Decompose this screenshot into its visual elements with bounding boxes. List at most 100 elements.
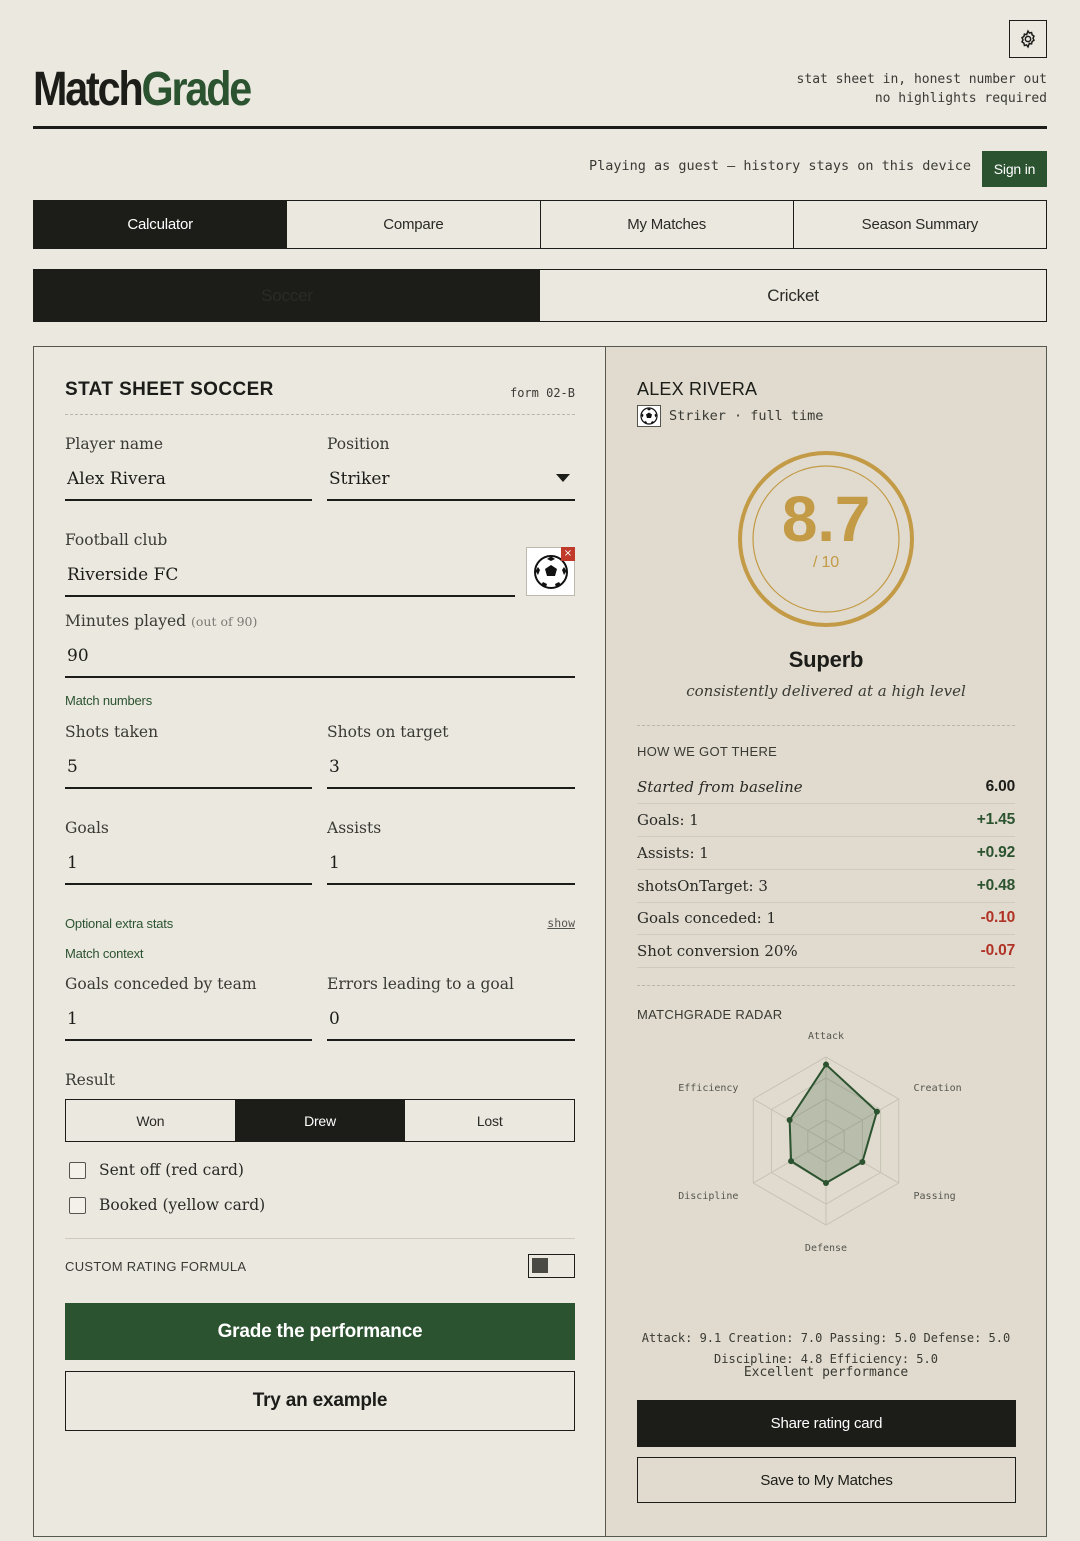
player-name-label: Player name: [65, 435, 163, 453]
result-drew[interactable]: Drew: [235, 1100, 406, 1141]
radar-point: [823, 1180, 829, 1186]
underline: [327, 787, 575, 789]
radar-axis-label: Attack: [808, 1031, 844, 1042]
custom-formula-label: CUSTOM RATING FORMULA: [65, 1259, 247, 1274]
gear-icon: [1021, 29, 1035, 49]
sport-tabs: Soccer Cricket: [33, 269, 1047, 322]
try-example-button[interactable]: Try an example: [65, 1371, 575, 1431]
sent-off-checkbox[interactable]: [69, 1162, 86, 1179]
underline: [65, 883, 312, 885]
minutes-input[interactable]: 90: [67, 646, 89, 666]
underline: [65, 595, 515, 597]
goals-label: Goals: [65, 819, 109, 837]
radar-summary-verdict: Excellent performance: [743, 1365, 909, 1380]
optional-extra-heading: Optional extra stats: [65, 916, 173, 931]
breakdown-value: +0.48: [976, 877, 1015, 894]
save-match-button[interactable]: Save to My Matches: [637, 1457, 1016, 1503]
breakdown-label: Assists: 1: [637, 844, 709, 862]
stat-sheet-panel: STAT SHEET SOCCER form 02-B Player name …: [33, 346, 606, 1537]
breakdown-row: Assists: 1 +0.92: [637, 837, 1015, 870]
radar-axis-label: Passing: [914, 1191, 956, 1202]
soccer-ball-icon: [640, 407, 658, 425]
radar-axis-label: Discipline: [678, 1191, 738, 1202]
chevron-down-icon: [556, 474, 570, 482]
score-value: 8.7: [781, 483, 871, 555]
result-lost[interactable]: Lost: [405, 1100, 574, 1141]
errors-input[interactable]: 0: [329, 1009, 340, 1029]
player-name-input[interactable]: Alex Rivera: [67, 469, 166, 489]
settings-button[interactable]: [1009, 20, 1047, 58]
breakdown-value: 6.00: [985, 778, 1016, 795]
goals-input[interactable]: 1: [67, 853, 78, 873]
breakdown-value: +1.45: [976, 811, 1015, 828]
shots-on-target-label: Shots on target: [327, 723, 449, 741]
assists-input[interactable]: 1: [329, 853, 340, 873]
breakdown-row: shotsOnTarget: 3 +0.48: [637, 870, 1015, 903]
club-input[interactable]: Riverside FC: [67, 565, 178, 585]
breakdown-label: Shot conversion 20%: [637, 942, 798, 960]
booked-label: Booked (yellow card): [99, 1196, 266, 1214]
tab-calculator[interactable]: Calculator: [34, 201, 288, 248]
tab-season-summary[interactable]: Season Summary: [794, 201, 1046, 248]
radar-point: [859, 1159, 866, 1165]
match-context-heading: Match context: [65, 946, 144, 961]
breakdown-row: Shot conversion 20% -0.07: [637, 935, 1015, 968]
breakdown-value: +0.92: [976, 844, 1015, 861]
radar-axis-label: Defense: [805, 1243, 847, 1254]
radar-point: [786, 1117, 793, 1123]
shots-taken-input[interactable]: 5: [67, 757, 78, 777]
conceded-input[interactable]: 1: [67, 1009, 78, 1029]
sign-in-button[interactable]: Sign in: [982, 151, 1047, 187]
radar-chart: Attack Creation Passing Defense Discipline Ef…: [678, 1031, 962, 1254]
custom-formula-toggle[interactable]: [528, 1254, 575, 1278]
radar-heading: MATCHGRADE RADAR: [637, 1007, 783, 1022]
assists-label: Assists: [327, 819, 382, 837]
shots-taken-label: Shots taken: [65, 723, 159, 741]
tab-soccer[interactable]: Soccer: [34, 270, 540, 321]
club-crest[interactable]: ×: [526, 547, 575, 596]
result-selector: Won Drew Lost: [65, 1099, 575, 1142]
breakdown-value: -0.07: [980, 942, 1016, 959]
brand-logo: MatchGrade: [33, 63, 252, 116]
show-extra-link[interactable]: show: [547, 916, 575, 930]
breakdown-label: shotsOnTarget: 3: [637, 877, 768, 895]
result-panel: ALEX RIVERA Striker · full time 8.7 / 10…: [605, 346, 1047, 1537]
underline: [65, 1039, 312, 1041]
tagline: stat sheet in, honest number out no high…: [796, 72, 1047, 106]
radar-axis-label: Creation: [914, 1083, 962, 1094]
verdict-subtitle: consistently delivered at a high level: [686, 682, 966, 700]
breakdown-label: Goals: 1: [637, 811, 699, 829]
tab-compare[interactable]: Compare: [287, 201, 541, 248]
position-select[interactable]: Striker: [329, 469, 390, 489]
underline: [65, 499, 312, 501]
club-badge: [637, 405, 661, 427]
radar-point: [823, 1061, 829, 1068]
remove-crest-icon[interactable]: ×: [561, 547, 575, 561]
breakdown-value: -0.10: [980, 909, 1016, 926]
radar-point: [788, 1158, 795, 1165]
booked-checkbox[interactable]: [69, 1197, 86, 1214]
player-name: ALEX RIVERA: [637, 379, 758, 399]
sheet-title: STAT SHEET SOCCER: [65, 379, 274, 400]
share-card-button[interactable]: Share rating card: [637, 1400, 1016, 1447]
guest-note: Playing as guest — history stays on this…: [588, 158, 971, 174]
breakdown-row: Started from baseline 6.00: [637, 771, 1015, 804]
divider: [637, 985, 1015, 986]
score-out-of: / 10: [813, 554, 839, 571]
header-rule: [33, 126, 1047, 129]
club-label: Football club: [65, 531, 168, 549]
underline: [327, 1039, 575, 1041]
tab-my-matches[interactable]: My Matches: [541, 201, 794, 248]
result-label: Result: [65, 1071, 115, 1089]
radar-point: [873, 1108, 880, 1115]
form-id: form 02-B: [509, 386, 575, 400]
shots-on-target-input[interactable]: 3: [329, 757, 340, 777]
divider: [65, 1238, 575, 1239]
radar-axis-label: Efficiency: [678, 1083, 738, 1094]
result-won[interactable]: Won: [66, 1100, 236, 1141]
breakdown-heading: HOW WE GOT THERE: [637, 744, 778, 759]
tab-cricket[interactable]: Cricket: [540, 270, 1046, 321]
radar-summary-line: Discipline: 4.8 Efficiency: 5.0: [714, 1352, 938, 1366]
conceded-label: Goals conceded by team: [65, 975, 257, 993]
grade-button[interactable]: Grade the performance: [65, 1303, 575, 1360]
